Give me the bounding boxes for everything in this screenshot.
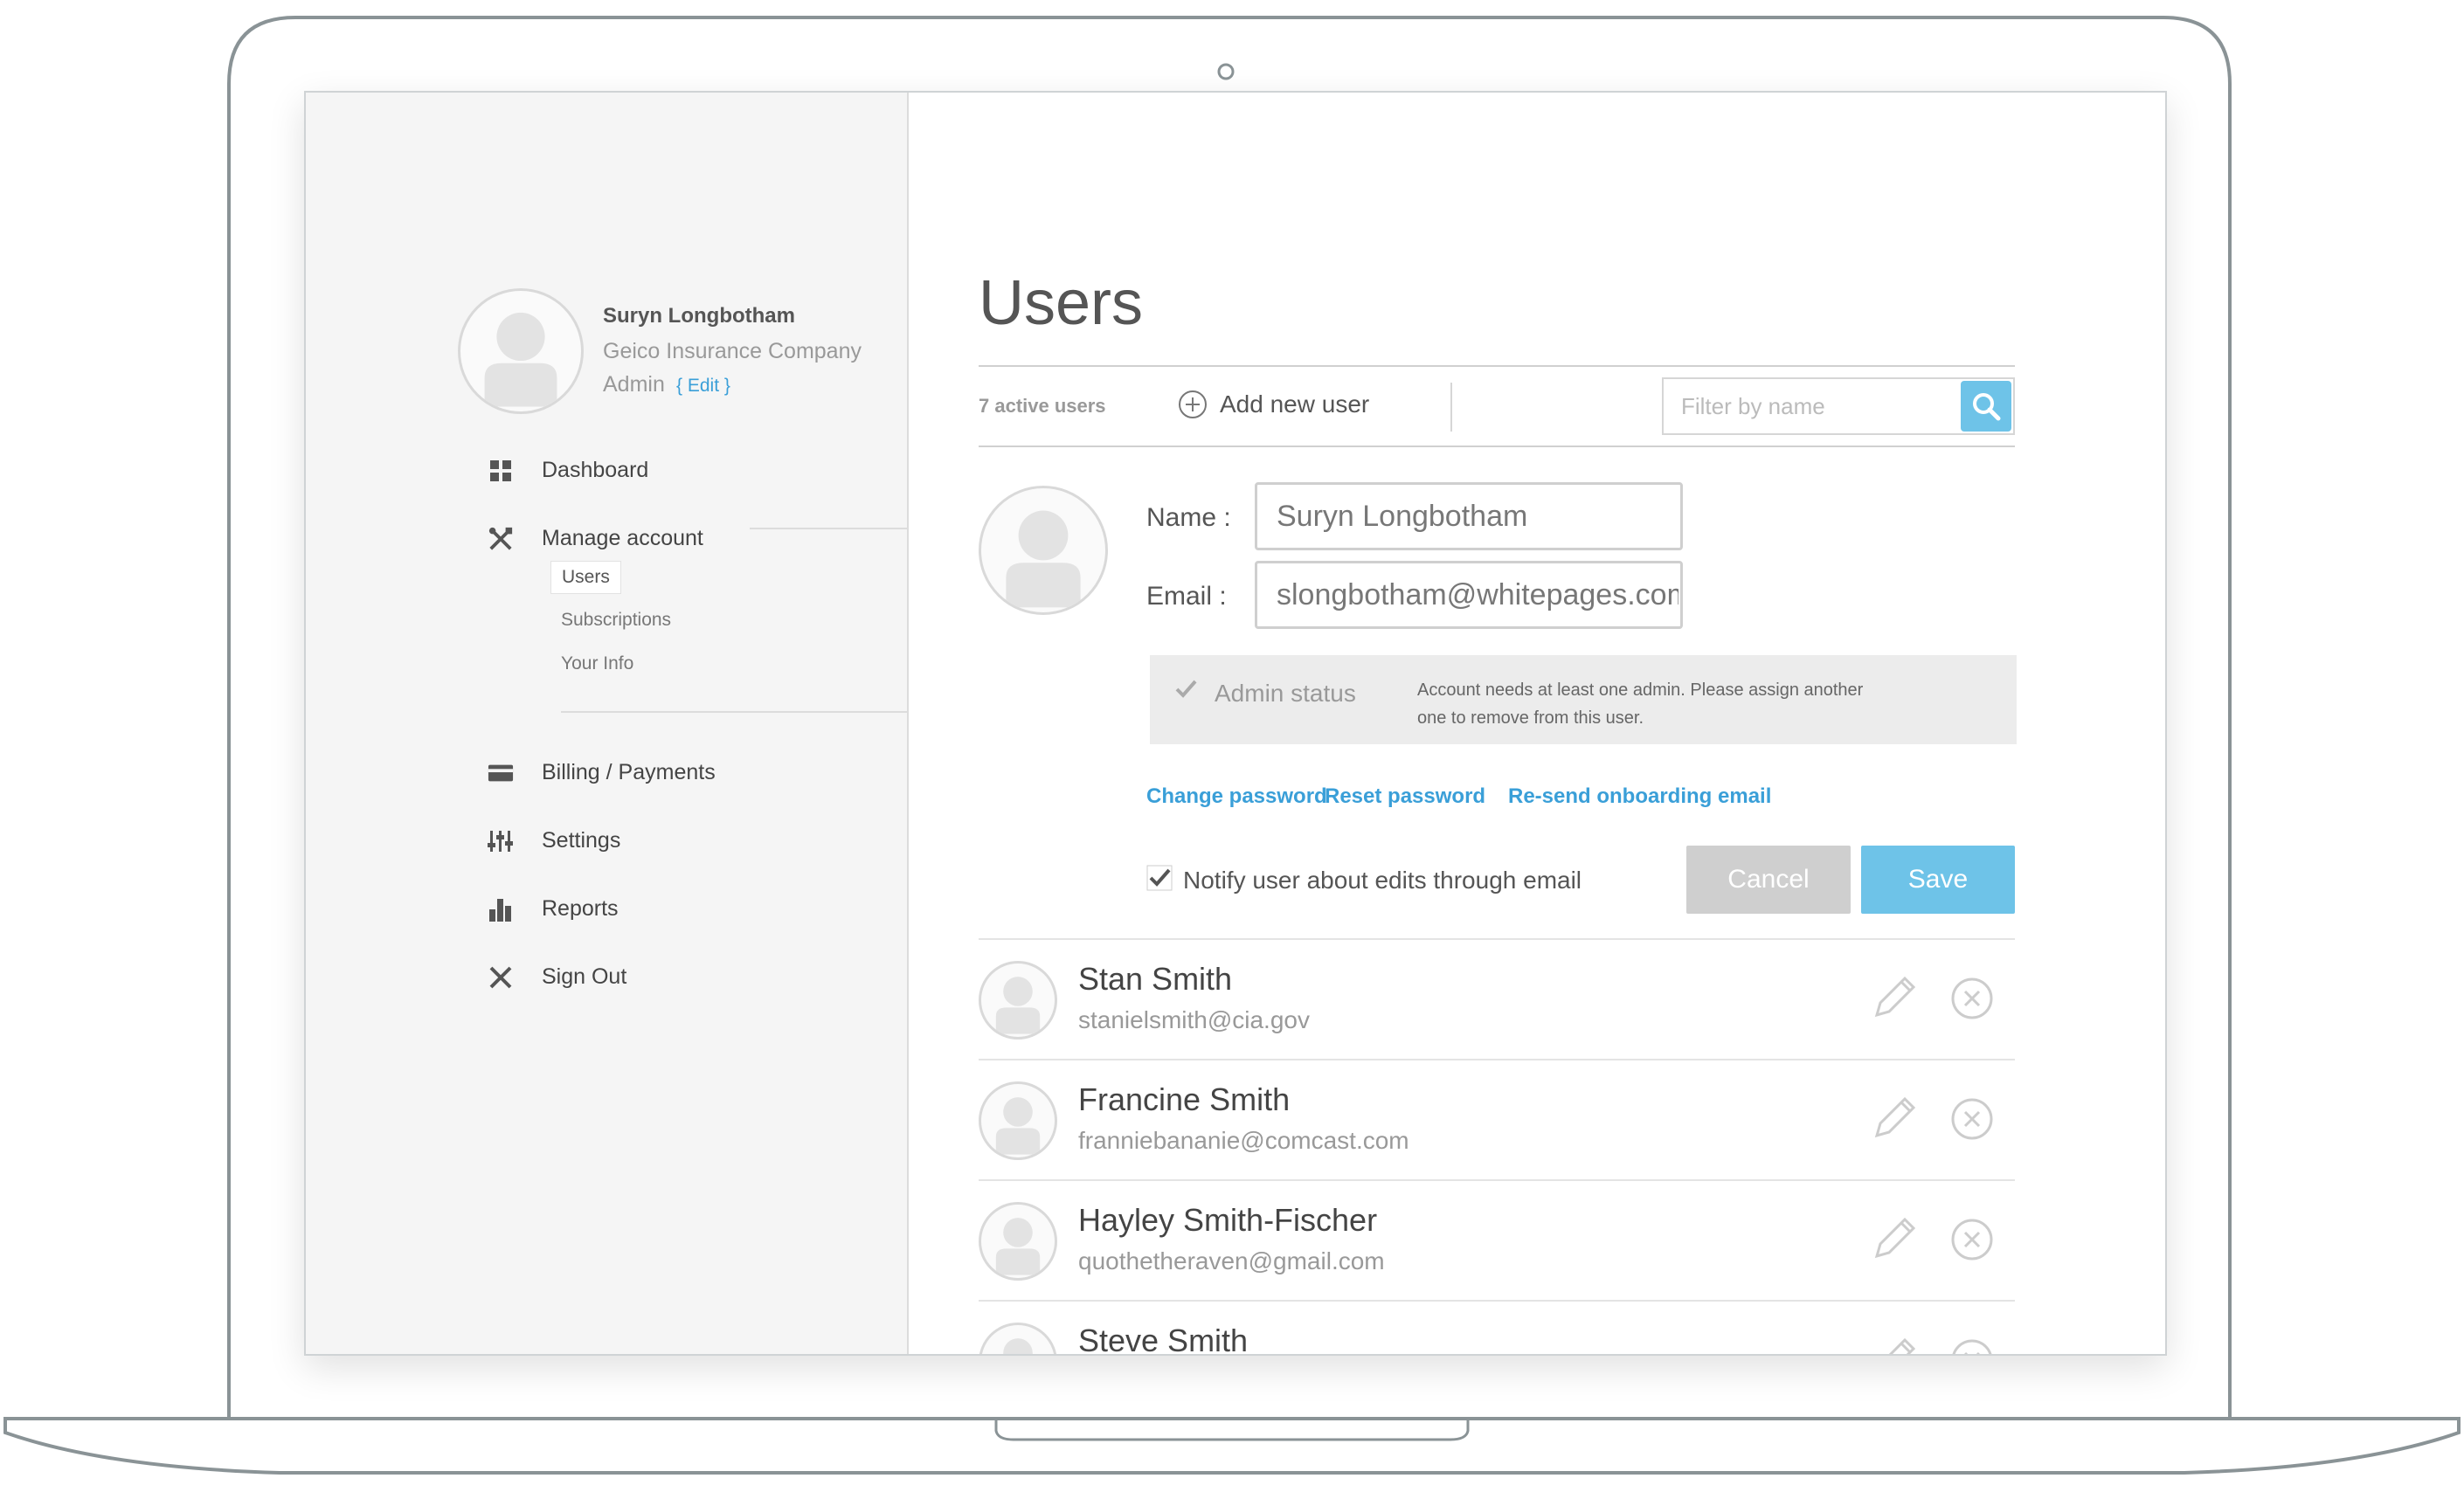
profile-name: Suryn Longbotham xyxy=(603,304,795,328)
user-avatar xyxy=(979,1081,1057,1160)
resend-onboarding-link[interactable]: Re-send onboarding email xyxy=(1508,784,1771,809)
sidebar-item-label: Reports xyxy=(542,896,619,921)
user-avatar xyxy=(979,961,1057,1040)
search-icon xyxy=(1973,393,2001,421)
name-label: Name : xyxy=(1146,503,1231,532)
person-icon xyxy=(484,312,557,407)
reset-password-link[interactable]: Reset password xyxy=(1325,784,1485,809)
admin-status-checkbox[interactable] xyxy=(1173,676,1199,702)
person-icon xyxy=(1006,510,1081,608)
submenu-item-users[interactable]: Users xyxy=(550,561,621,594)
pencil-icon[interactable] xyxy=(1866,1211,1922,1267)
profile-avatar[interactable] xyxy=(458,288,584,414)
person-icon xyxy=(995,1218,1041,1275)
person-icon xyxy=(995,1097,1041,1155)
profile-company: Geico Insurance Company xyxy=(603,339,862,363)
sidebar: Suryn Longbotham Geico Insurance Company… xyxy=(306,93,909,1354)
filter-by-name-input[interactable] xyxy=(1664,379,1961,433)
admin-status-note: Account needs at least one admin. Please… xyxy=(1417,680,1864,728)
edit-user-avatar[interactable] xyxy=(979,486,1108,615)
user-list-row[interactable]: Stan Smith stanielsmith@cia.gov xyxy=(979,938,2015,1059)
divider xyxy=(979,446,2015,447)
sidebar-item-label: Settings xyxy=(542,828,621,853)
bar-chart-icon xyxy=(488,896,514,922)
user-list-row[interactable]: Steve Smith xyxy=(979,1300,2015,1356)
sliders-icon xyxy=(488,828,514,854)
tools-icon xyxy=(488,526,514,552)
sidebar-item-label: Sign Out xyxy=(542,964,627,989)
submenu-item-your-info[interactable]: Your Info xyxy=(550,648,644,680)
plus-circle-icon xyxy=(1179,390,1207,418)
user-list-row[interactable]: Francine Smith franniebananie@comcast.co… xyxy=(979,1059,2015,1179)
profile-edit-link[interactable]: { Edit } xyxy=(676,376,730,397)
page-title: Users xyxy=(979,268,1144,338)
sidebar-item-label: Manage account xyxy=(542,526,703,550)
divider xyxy=(1450,383,1452,432)
person-icon xyxy=(1003,1338,1033,1354)
user-name: Stan Smith xyxy=(1078,961,1233,997)
remove-circle-icon[interactable] xyxy=(1950,1338,1994,1356)
pencil-icon[interactable] xyxy=(1866,1090,1922,1146)
user-name: Francine Smith xyxy=(1078,1081,1291,1117)
email-field[interactable] xyxy=(1255,561,1683,629)
sidebar-item-label: Billing / Payments xyxy=(542,760,716,784)
sidebar-item-label: Dashboard xyxy=(542,458,649,482)
divider xyxy=(750,528,909,529)
profile-role: Admin xyxy=(603,372,665,397)
cancel-button[interactable]: Cancel xyxy=(1686,846,1851,914)
email-label: Email : xyxy=(1146,582,1227,611)
divider xyxy=(979,365,2015,367)
admin-status-label: Admin status xyxy=(1215,680,1356,707)
pencil-icon[interactable] xyxy=(1866,970,1922,1026)
user-name: Steve Smith xyxy=(1078,1323,1249,1356)
sidebar-item-dashboard[interactable]: Dashboard xyxy=(490,458,649,483)
sidebar-item-billing[interactable]: Billing / Payments xyxy=(488,760,716,785)
credit-card-icon xyxy=(488,760,514,786)
user-avatar xyxy=(979,1202,1057,1281)
change-password-link[interactable]: Change password xyxy=(1146,784,1327,809)
user-name: Hayley Smith-Fischer xyxy=(1078,1202,1378,1238)
notify-label: Notify user about edits through email xyxy=(1183,867,1582,894)
add-user-button[interactable]: Add new user xyxy=(1178,390,1369,419)
main-panel: Users 7 active users Add new user Name :… xyxy=(909,93,2165,1356)
sidebar-item-settings[interactable]: Settings xyxy=(488,828,621,853)
app-screen: Suryn Longbotham Geico Insurance Company… xyxy=(304,91,2167,1356)
submenu-item-subscriptions[interactable]: Subscriptions xyxy=(550,604,682,636)
filter-search-box xyxy=(1662,377,2015,435)
sidebar-item-sign-out[interactable]: Sign Out xyxy=(489,964,627,990)
dashboard-grid-icon xyxy=(488,458,514,484)
notify-checkbox[interactable] xyxy=(1146,865,1173,891)
user-list-row[interactable]: Hayley Smith-Fischer quothetheraven@gmai… xyxy=(979,1179,2015,1300)
remove-circle-icon[interactable] xyxy=(1950,1218,1994,1261)
user-avatar xyxy=(979,1323,1057,1354)
user-email: franniebananie@comcast.com xyxy=(1078,1127,1409,1154)
remove-circle-icon[interactable] xyxy=(1950,1097,1994,1141)
sidebar-item-reports[interactable]: Reports xyxy=(489,896,619,922)
add-user-label: Add new user xyxy=(1220,390,1370,418)
close-x-icon xyxy=(488,964,514,991)
user-email: stanielsmith@cia.gov xyxy=(1078,1006,1310,1033)
remove-circle-icon[interactable] xyxy=(1950,977,1994,1020)
user-email: quothetheraven@gmail.com xyxy=(1078,1247,1385,1274)
pencil-icon[interactable] xyxy=(1866,1331,1922,1356)
person-icon xyxy=(995,977,1041,1034)
search-button[interactable] xyxy=(1961,381,2011,432)
sidebar-item-manage-account[interactable]: Manage account xyxy=(488,526,703,551)
divider xyxy=(561,711,909,713)
admin-status-panel: Admin status Account needs at least one … xyxy=(1150,655,2017,744)
save-button[interactable]: Save xyxy=(1861,846,2015,914)
active-users-count: 7 active users xyxy=(979,395,1106,417)
name-field[interactable] xyxy=(1255,482,1683,550)
camera-icon xyxy=(1217,63,1235,80)
